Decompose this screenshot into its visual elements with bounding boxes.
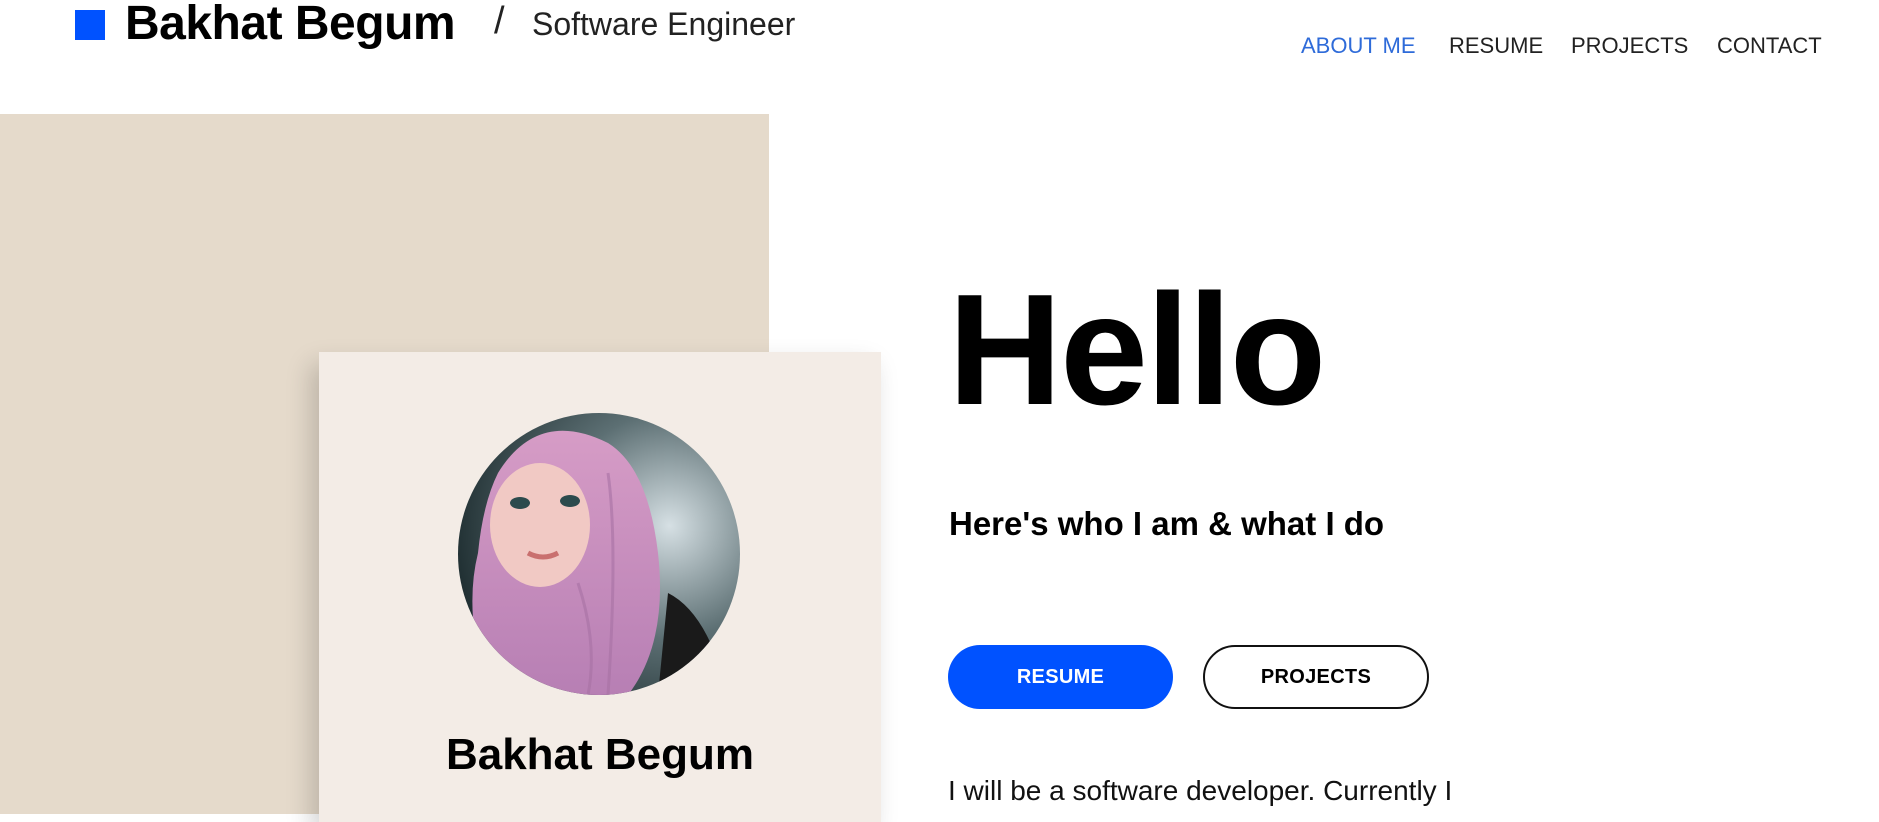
brand-logo-square — [75, 10, 105, 40]
nav-contact[interactable]: CONTACT — [1717, 33, 1822, 59]
profile-photo-icon — [458, 413, 740, 695]
profile-name: Bakhat Begum — [445, 730, 755, 779]
nav-resume[interactable]: RESUME — [1449, 33, 1543, 59]
nav-projects[interactable]: PROJECTS — [1571, 33, 1688, 59]
resume-button[interactable]: RESUME — [948, 645, 1173, 709]
site-subtitle: Software Engineer — [532, 6, 796, 42]
profile-card: Bakhat Begum — [319, 352, 881, 822]
intro-text: I will be a software developer. Currentl… — [948, 775, 1453, 806]
nav-about-me[interactable]: ABOUT ME — [1301, 33, 1416, 59]
projects-button[interactable]: PROJECTS — [1203, 645, 1429, 709]
site-title[interactable]: Bakhat Begum — [125, 0, 456, 51]
avatar — [458, 413, 740, 695]
hero-subtitle: Here's who I am & what I do — [949, 505, 1385, 542]
hero-heading: Hello — [948, 262, 1326, 438]
title-separator: / — [494, 0, 505, 42]
